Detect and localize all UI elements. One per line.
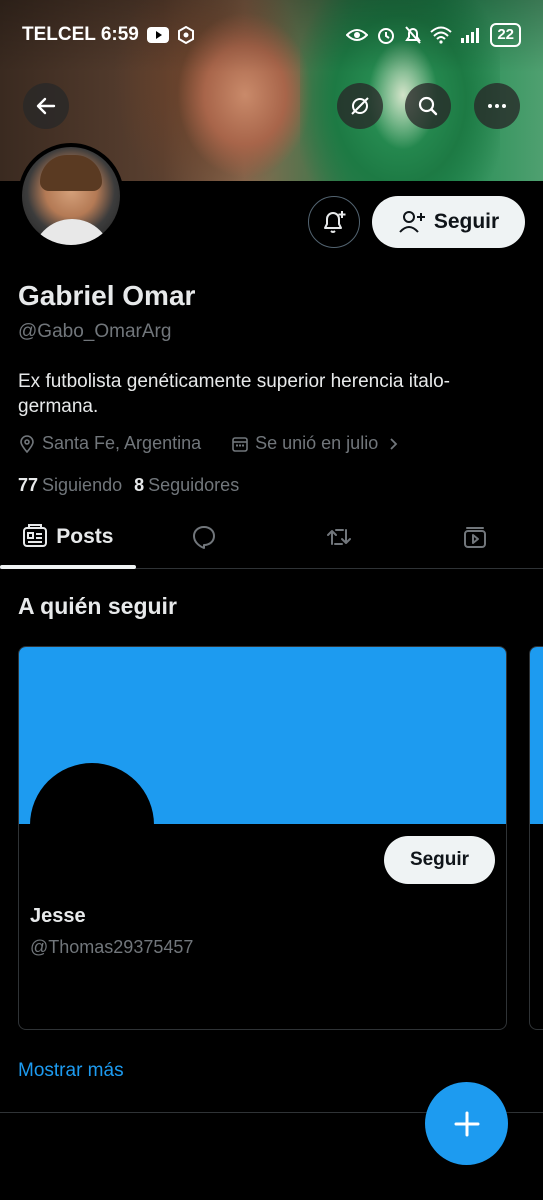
- media-icon: [464, 527, 487, 548]
- search-button[interactable]: [405, 83, 451, 129]
- followers-label: Seguidores: [148, 475, 240, 495]
- battery-indicator: 22: [490, 23, 521, 47]
- compose-button[interactable]: [425, 1082, 508, 1165]
- status-bar-left: TELCEL 6:59: [22, 24, 195, 46]
- tab-reposts[interactable]: [272, 506, 408, 568]
- status-bar: TELCEL 6:59 22: [0, 18, 543, 52]
- reply-icon: [192, 526, 215, 549]
- profile-bio: Ex futbolista genéticamente superior her…: [18, 371, 450, 417]
- suggestion-card-next[interactable]: [529, 646, 543, 1030]
- grok-icon: [351, 97, 369, 115]
- carrier-time: TELCEL 6:59: [22, 24, 139, 45]
- shield-icon: [177, 26, 194, 44]
- follow-button[interactable]: Seguir: [372, 196, 525, 248]
- chevron-right-icon[interactable]: [384, 435, 402, 453]
- following-count: 77: [18, 475, 39, 495]
- tab-media[interactable]: [407, 506, 543, 568]
- eye-icon: [346, 29, 369, 41]
- suggestion-name: Jesse: [30, 905, 86, 927]
- tab-replies[interactable]: [136, 506, 272, 568]
- posts-icon: [23, 524, 48, 547]
- repost-icon: [327, 529, 352, 545]
- profile-name: Gabriel Omar: [18, 280, 196, 311]
- more-icon: [488, 104, 506, 108]
- suggestion-follow-button[interactable]: Seguir: [384, 836, 495, 884]
- who-to-follow-title: A quién seguir: [18, 593, 177, 619]
- grok-button[interactable]: [337, 83, 383, 129]
- alarm-icon: [378, 28, 395, 44]
- profile-location: Santa Fe, Argentina: [42, 433, 202, 453]
- tab-posts[interactable]: Posts: [0, 506, 136, 569]
- profile-handle: @Gabo_OmarArg: [18, 321, 172, 342]
- suggestion-handle: @Thomas29375457: [30, 937, 194, 957]
- suggestion-cover-next: [530, 647, 543, 824]
- show-more-link[interactable]: Mostrar más: [18, 1060, 124, 1082]
- avatar-hair: [40, 155, 102, 191]
- wifi-icon: [430, 26, 452, 44]
- more-options-button[interactable]: [474, 83, 520, 129]
- bell-muted-icon: [405, 26, 422, 44]
- profile-tabs: Posts: [0, 506, 543, 569]
- avatar-shirt: [32, 219, 112, 245]
- youtube-icon: [146, 27, 169, 43]
- following-label: Siguiendo: [42, 475, 123, 495]
- suggestion-avatar[interactable]: [30, 763, 154, 887]
- followers-count: 8: [134, 475, 145, 495]
- notify-button[interactable]: [308, 196, 360, 248]
- following-link[interactable]: 77 Siguiendo: [18, 475, 122, 496]
- profile-avatar[interactable]: [18, 143, 124, 249]
- followers-link[interactable]: 8 Seguidores: [134, 475, 239, 496]
- search-icon: [418, 96, 438, 116]
- calendar-icon: [232, 436, 248, 452]
- follow-button-label: Seguir: [433, 210, 500, 233]
- arrow-left-icon: [36, 97, 56, 115]
- location-icon: [20, 434, 34, 453]
- signal-icon: [461, 28, 480, 43]
- status-bar-right: 22: [346, 23, 521, 47]
- profile-stats: 77 Siguiendo 8 Seguidores: [18, 475, 239, 496]
- tab-posts-label: Posts: [56, 525, 114, 548]
- profile-meta: Santa Fe, Argentina Se unió en julio: [18, 433, 402, 454]
- profile-joined[interactable]: Se unió en julio: [255, 433, 378, 454]
- suggestion-card[interactable]: Seguir Jesse @Thomas29375457: [18, 646, 507, 1030]
- add-user-icon: [399, 211, 425, 233]
- bell-plus-icon: [324, 211, 346, 233]
- plus-icon: [454, 1111, 479, 1136]
- back-button[interactable]: [23, 83, 69, 129]
